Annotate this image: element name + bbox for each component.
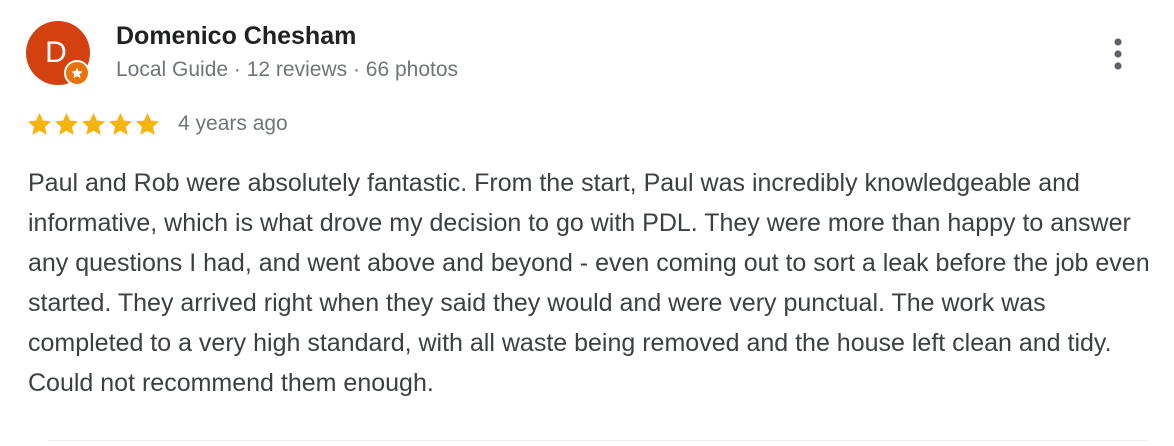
review-date: 4 years ago	[178, 112, 288, 135]
star-icon	[71, 67, 83, 79]
local-guide-badge-icon	[64, 60, 90, 86]
more-options-button[interactable]	[1100, 32, 1136, 76]
review-card: D Domenico Chesham Local Guide · 12 revi…	[0, 0, 1174, 446]
star-icon	[27, 112, 52, 135]
review-text: Paul and Rob were absolutely fantastic. …	[28, 169, 1150, 397]
star-rating	[26, 110, 161, 138]
author-name[interactable]: Domenico Chesham	[116, 22, 356, 51]
more-vert-icon	[1114, 38, 1122, 70]
author-meta: Local Guide · 12 reviews · 66 photos	[116, 58, 459, 81]
divider	[48, 440, 1148, 441]
star-icon	[54, 112, 79, 135]
star-icon	[81, 112, 106, 135]
star-icon	[108, 112, 133, 135]
star-icon	[135, 112, 160, 135]
avatar-initial: D	[45, 35, 67, 69]
